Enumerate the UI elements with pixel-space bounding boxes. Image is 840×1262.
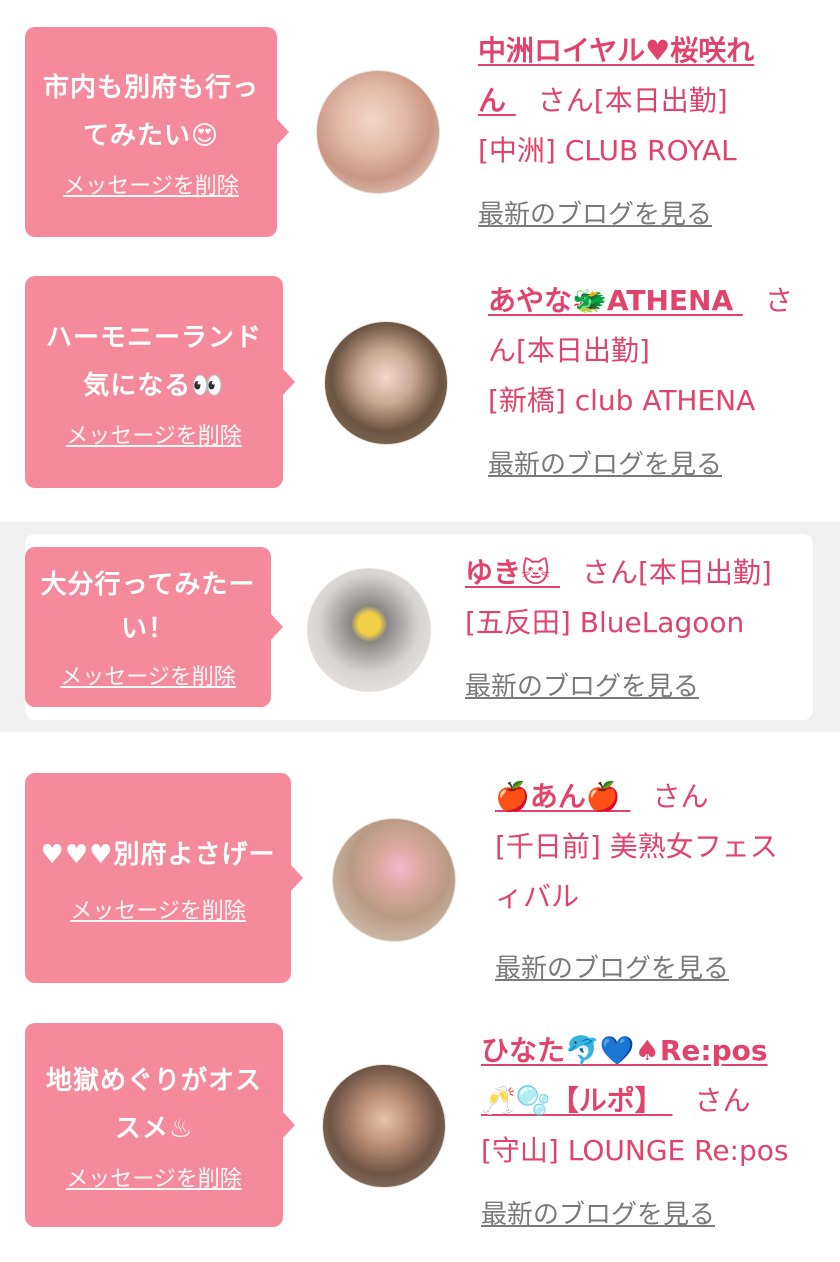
- shop-name: [五反田] BlueLagoon: [465, 606, 745, 639]
- shop-name-part: [千日前] 美熟女フェス: [495, 830, 778, 863]
- delete-message-link[interactable]: メッセージを削除: [60, 659, 236, 691]
- cast-name-link[interactable]: ゆき🐱: [465, 556, 560, 589]
- message-text: ハーモニーランド 気になる👀: [40, 314, 268, 410]
- shop-name-part: ィバル: [495, 880, 580, 913]
- delete-message-link[interactable]: メッセージを削除: [70, 893, 246, 925]
- status-label: [本日出勤]: [516, 334, 650, 367]
- cast-name-link[interactable]: 🍎あん🍎: [495, 780, 630, 813]
- message-card: ハーモニーランド 気になる👀 メッセージを削除 あやな🐲ATHENA さ ん[本…: [0, 262, 840, 514]
- favorites-message-list: 市内も別府も行っ てみたい😍 メッセージを削除 中洲ロイヤル♥桜咲れ ん さん[…: [0, 0, 840, 1262]
- cast-info: あやな🐲ATHENA さ ん[本日出勤] [新橋] club ATHENA 最新…: [488, 276, 818, 490]
- message-card: ♥♥♥別府よさげー メッセージを削除 🍎あん🍎 さん [千日前] 美熟女フェス …: [0, 750, 840, 1006]
- message-card-highlighted: 大分行ってみたー い！ メッセージを削除 ゆき🐱 さん[本日出勤] [五反田] …: [0, 522, 840, 732]
- latest-blog-link[interactable]: 最新のブログを見る: [478, 190, 818, 240]
- message-bubble: 地獄めぐりがオス スメ♨ メッセージを削除: [25, 1023, 295, 1227]
- latest-blog-link[interactable]: 最新のブログを見る: [465, 662, 810, 712]
- cast-name-link[interactable]: あやな🐲ATHENA: [488, 284, 743, 317]
- cast-name-part: 🥂🫧【ルポ】: [481, 1084, 663, 1117]
- cast-info: ゆき🐱 さん[本日出勤] [五反田] BlueLagoon 最新のブログを見る: [465, 548, 810, 712]
- cast-name-part: 中洲ロイヤル♥桜咲れ: [478, 34, 755, 67]
- message-line: ハーモニーランド: [45, 323, 262, 353]
- cast-info: 中洲ロイヤル♥桜咲れ ん さん[本日出勤] [中洲] CLUB ROYAL 最新…: [478, 26, 818, 240]
- honorific: さん: [694, 1084, 751, 1117]
- shop-name: [千日前] 美熟女フェス ィバル: [495, 822, 820, 922]
- latest-blog-link[interactable]: 最新のブログを見る: [481, 1190, 821, 1240]
- cast-avatar[interactable]: [316, 70, 440, 194]
- message-bubble: ハーモニーランド 気になる👀 メッセージを削除: [25, 276, 295, 488]
- latest-blog-link[interactable]: 最新のブログを見る: [495, 944, 820, 994]
- message-line: ♥♥♥別府よさげー: [40, 840, 276, 870]
- message-line: スメ♨: [114, 1114, 194, 1144]
- message-bubble: 市内も別府も行っ てみたい😍 メッセージを削除: [25, 27, 289, 237]
- honorific: さ: [764, 284, 793, 317]
- message-text: 市内も別府も行っ てみたい😍: [37, 64, 265, 160]
- cast-info: 🍎あん🍎 さん [千日前] 美熟女フェス ィバル 最新のブログを見る: [495, 772, 820, 994]
- message-text: 地獄めぐりがオス スメ♨: [40, 1057, 268, 1153]
- cast-name-part: 🍎あん🍎: [495, 780, 621, 813]
- cast-name-part: ん: [478, 84, 507, 117]
- honorific: さん: [537, 84, 594, 117]
- message-line: い！: [120, 614, 175, 644]
- honorific: さん: [581, 556, 638, 589]
- message-line: てみたい😍: [82, 121, 220, 151]
- cast-name-part: あやな🐲ATHENA: [488, 284, 734, 317]
- cast-avatar[interactable]: [322, 1064, 446, 1188]
- cast-info: ひなた🐬💙♠Re:pos 🥂🫧【ルポ】 さん [守山] LOUNGE Re:po…: [481, 1026, 821, 1240]
- message-line: 気になる👀: [83, 371, 225, 401]
- message-line: 市内も別府も行っ: [42, 73, 259, 103]
- message-text: ♥♥♥別府よさげー: [35, 831, 282, 879]
- status-label: [本日出勤]: [637, 556, 772, 589]
- shop-name: [中洲] CLUB ROYAL: [478, 134, 737, 167]
- delete-message-link[interactable]: メッセージを削除: [66, 1161, 242, 1193]
- message-line: 大分行ってみたー: [40, 570, 256, 600]
- cast-avatar[interactable]: [324, 321, 448, 445]
- message-line: 地獄めぐりがオス: [45, 1066, 262, 1096]
- cast-name-part: ひなた🐬💙♠Re:pos: [481, 1034, 768, 1067]
- cast-name-part: ゆき🐱: [465, 556, 551, 589]
- message-text: 大分行ってみたー い！: [35, 563, 262, 651]
- cast-avatar[interactable]: [332, 818, 456, 942]
- message-bubble: 大分行ってみたー い！ メッセージを削除: [25, 547, 283, 707]
- shop-name: [新橋] club ATHENA: [488, 384, 756, 417]
- latest-blog-link[interactable]: 最新のブログを見る: [488, 440, 818, 490]
- honorific-cont: ん: [488, 334, 517, 367]
- message-card: 地獄めぐりがオス スメ♨ メッセージを削除 ひなた🐬💙♠Re:pos 🥂🫧【ルポ…: [0, 1006, 840, 1262]
- message-card: 市内も別府も行っ てみたい😍 メッセージを削除 中洲ロイヤル♥桜咲れ ん さん[…: [0, 0, 840, 262]
- status-label: [本日出勤]: [593, 84, 728, 117]
- cast-avatar[interactable]: [307, 568, 431, 692]
- honorific: さん: [652, 780, 709, 813]
- message-bubble: ♥♥♥別府よさげー メッセージを削除: [25, 773, 303, 983]
- delete-message-link[interactable]: メッセージを削除: [63, 168, 239, 200]
- delete-message-link[interactable]: メッセージを削除: [66, 418, 242, 450]
- shop-name: [守山] LOUNGE Re:pos: [481, 1134, 789, 1167]
